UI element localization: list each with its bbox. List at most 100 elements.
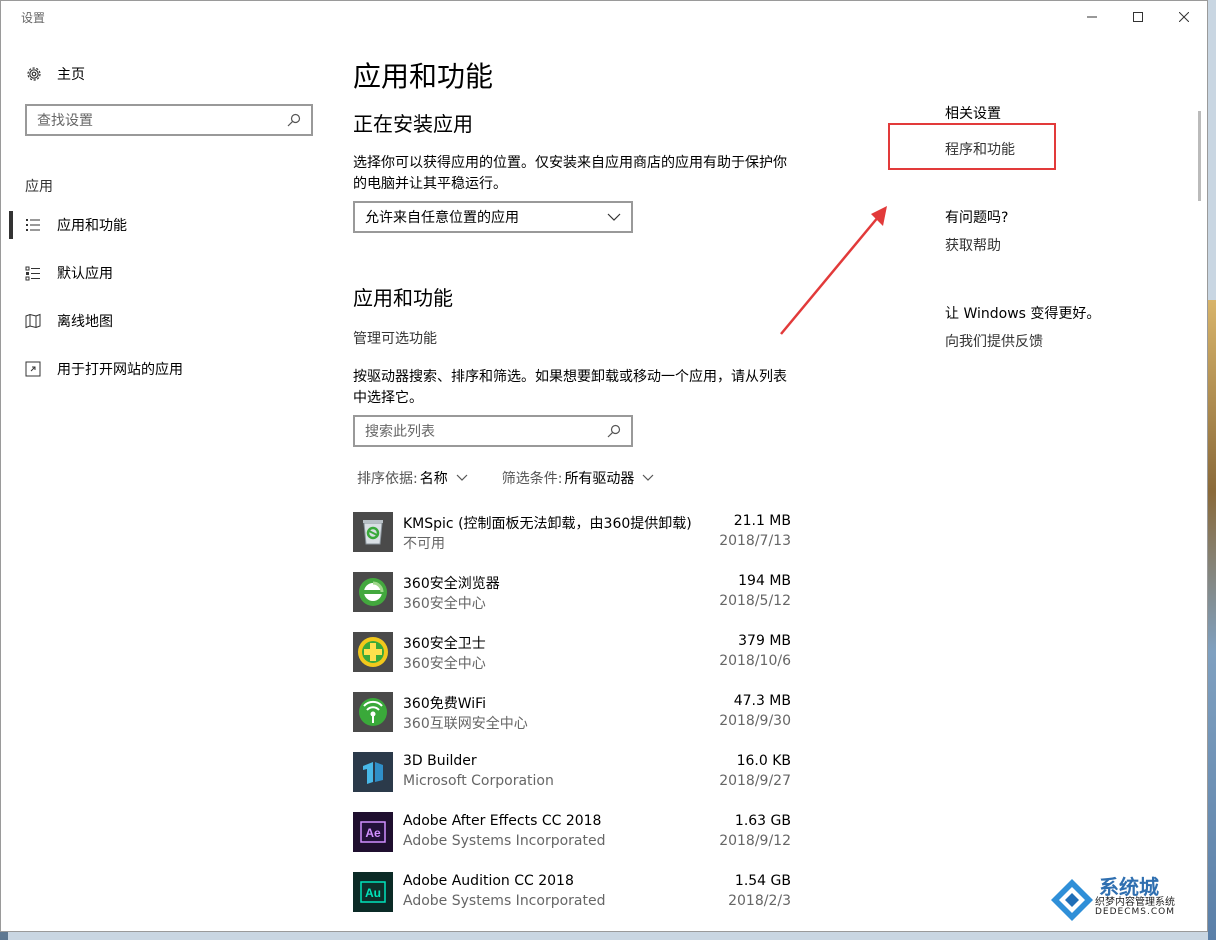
sort-filter-bar: 排序依据: 名称 筛选条件: 所有驱动器 xyxy=(357,468,654,488)
sort-label: 排序依据: xyxy=(357,471,418,487)
app-size: 1.54 GB xyxy=(734,873,791,889)
app-list-item[interactable]: Au Adobe Audition CC 2018 Adobe Systems … xyxy=(353,872,793,931)
sidebar-item-offline-maps[interactable]: 离线地图 xyxy=(25,310,113,332)
install-apps-description: 选择你可以获得应用的位置。仅安装来自应用商店的应用有助于保护你的电脑并让其平稳运… xyxy=(353,155,787,192)
nav-home[interactable]: 主页 xyxy=(25,63,85,85)
app-list-item[interactable]: 360安全卫士 360安全中心 379 MB 2018/10/6 xyxy=(353,632,793,692)
app-size: 16.0 KB xyxy=(736,753,791,769)
chevron-down-icon xyxy=(456,474,468,481)
apps-features-heading: 应用和功能 xyxy=(353,286,453,310)
360-browser-icon xyxy=(353,572,393,612)
audition-icon: Au xyxy=(353,872,393,912)
web-apps-icon xyxy=(25,361,41,377)
sort-value: 名称 xyxy=(419,471,448,487)
maximize-icon xyxy=(1133,12,1143,22)
app-list-item[interactable]: 360免费WiFi 360互联网安全中心 47.3 MB 2018/9/30 xyxy=(353,692,793,752)
filter-dropdown[interactable]: 筛选条件: 所有驱动器 xyxy=(502,468,655,488)
filter-label: 筛选条件: xyxy=(501,471,563,487)
sidebar-item-label: 用于打开网站的应用 xyxy=(57,362,183,378)
app-publisher: Adobe Systems Incorporated xyxy=(403,893,606,909)
watermark-url: DEDECMS.COM xyxy=(1095,907,1175,917)
app-name: 360安全浏览器 xyxy=(403,576,500,592)
question-heading: 有问题吗? xyxy=(945,210,1009,226)
sidebar-item-label: 离线地图 xyxy=(57,314,113,330)
annotation-arrow-icon xyxy=(780,206,887,335)
minimize-icon xyxy=(1087,16,1097,18)
sidebar-section-label: 应用 xyxy=(25,179,53,195)
filter-value: 所有驱动器 xyxy=(564,471,635,487)
sort-dropdown[interactable]: 排序依据: 名称 xyxy=(357,468,468,488)
app-name: Adobe After Effects CC 2018 xyxy=(403,813,602,829)
ae-glyph: Ae xyxy=(365,826,381,840)
app-list-search-placeholder: 搜索此列表 xyxy=(365,424,435,440)
minimize-button[interactable] xyxy=(1069,1,1115,33)
360-wifi-icon xyxy=(353,692,393,732)
app-date: 2018/2/3 xyxy=(728,893,791,909)
app-list-search-input[interactable]: 搜索此列表 xyxy=(353,415,633,447)
window-title: 设置 xyxy=(21,11,46,25)
recycle-bin-icon xyxy=(353,512,393,552)
app-publisher: 360安全中心 xyxy=(403,596,486,612)
settings-search-input[interactable]: 查找设置 xyxy=(25,104,313,136)
watermark-logo-icon xyxy=(1051,879,1093,921)
chevron-down-icon xyxy=(607,213,621,221)
app-size: 194 MB xyxy=(738,573,791,589)
app-list-item[interactable]: 360安全浏览器 360安全中心 194 MB 2018/5/12 xyxy=(353,572,793,632)
3d-builder-icon xyxy=(353,752,393,792)
nav-home-label: 主页 xyxy=(57,67,85,83)
app-publisher: Microsoft Corporation xyxy=(403,773,554,789)
settings-window: 设置 主页 查找设置 应用 应用和功能 默认应用 离线地图 用于打开网站的应用 … xyxy=(0,0,1208,932)
manage-optional-features-link[interactable]: 管理可选功能 xyxy=(353,328,437,348)
app-list-item[interactable]: KMSpic (控制面板无法卸载，由360提供卸载) 不可用 21.1 MB 2… xyxy=(353,512,793,572)
sidebar-item-apps-features[interactable]: 应用和功能 xyxy=(25,214,127,236)
install-source-dropdown[interactable]: 允许来自任意位置的应用 xyxy=(353,201,633,233)
page-title: 应用和功能 xyxy=(353,60,494,93)
offline-maps-icon xyxy=(25,313,41,329)
chevron-down-icon xyxy=(643,474,654,481)
app-publisher: 360安全中心 xyxy=(403,656,486,672)
sidebar-item-web-apps[interactable]: 用于打开网站的应用 xyxy=(25,358,183,380)
app-size: 379 MB xyxy=(738,633,791,649)
close-icon xyxy=(1179,12,1189,22)
app-list-item[interactable]: Ae Adobe After Effects CC 2018 Adobe Sys… xyxy=(353,812,793,872)
app-publisher: 不可用 xyxy=(403,536,445,552)
search-icon xyxy=(287,113,301,127)
after-effects-icon: Ae xyxy=(353,812,393,852)
sidebar-item-default-apps[interactable]: 默认应用 xyxy=(25,262,113,284)
app-date: 2018/9/30 xyxy=(719,713,791,729)
default-apps-icon xyxy=(25,266,40,281)
360-safeguard-icon xyxy=(353,632,393,672)
app-date: 2018/9/12 xyxy=(719,833,791,849)
install-apps-heading: 正在安装应用 xyxy=(353,112,473,136)
app-list: KMSpic (控制面板无法卸载，由360提供卸载) 不可用 21.1 MB 2… xyxy=(353,512,793,931)
watermark-sub: 织梦内容管理系统 xyxy=(1095,897,1175,908)
app-name: KMSpic (控制面板无法卸载，由360提供卸载) xyxy=(403,516,692,532)
install-source-value: 允许来自任意位置的应用 xyxy=(365,210,519,226)
close-button[interactable] xyxy=(1161,1,1207,33)
sidebar-item-label: 应用和功能 xyxy=(57,218,127,234)
sidebar-item-label: 默认应用 xyxy=(57,266,113,282)
settings-search-placeholder: 查找设置 xyxy=(37,113,93,129)
app-publisher: 360互联网安全中心 xyxy=(403,716,528,732)
sidebar-active-indicator xyxy=(9,211,13,239)
title-bar: 设置 xyxy=(1,1,1207,33)
desktop-background-right xyxy=(1208,300,1216,940)
app-publisher: Adobe Systems Incorporated xyxy=(403,833,606,849)
au-glyph: Au xyxy=(365,886,381,900)
app-name: 3D Builder xyxy=(403,753,477,769)
app-date: 2018/7/13 xyxy=(719,533,791,549)
get-help-link[interactable]: 获取帮助 xyxy=(945,235,1001,255)
apps-description: 按驱动器搜索、排序和筛选。如果想要卸载或移动一个应用，请从列表中选择它。 xyxy=(353,369,787,406)
scrollbar[interactable] xyxy=(1198,111,1201,201)
maximize-button[interactable] xyxy=(1115,1,1161,33)
feedback-link[interactable]: 向我们提供反馈 xyxy=(945,331,1043,351)
watermark: 系统城 织梦内容管理系统 DEDECMS.COM xyxy=(1049,871,1199,923)
app-size: 47.3 MB xyxy=(733,693,791,709)
apps-list-icon xyxy=(26,219,40,231)
app-date: 2018/10/6 xyxy=(719,653,791,669)
app-date: 2018/5/12 xyxy=(719,593,791,609)
app-list-item[interactable]: 3D Builder Microsoft Corporation 16.0 KB… xyxy=(353,752,793,812)
search-icon xyxy=(607,424,621,438)
app-size: 21.1 MB xyxy=(733,513,791,529)
app-date: 2018/9/27 xyxy=(719,773,791,789)
